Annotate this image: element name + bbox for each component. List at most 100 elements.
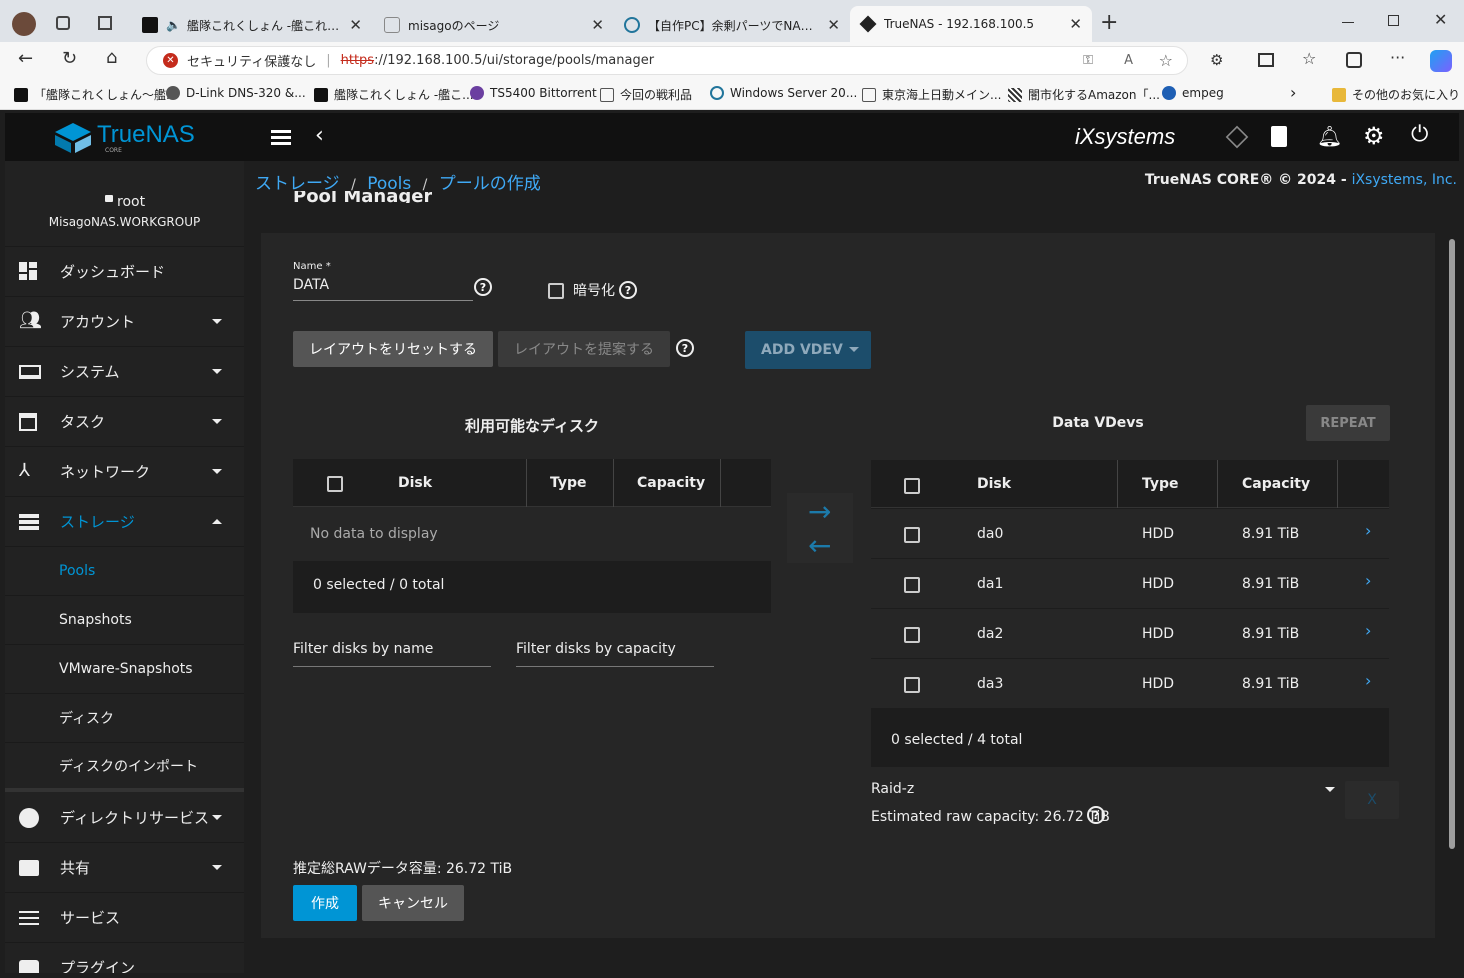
favorite-star-icon[interactable]: ☆: [1159, 51, 1173, 70]
select-all-checkbox[interactable]: [904, 478, 920, 494]
url-bar[interactable]: ✕ セキュリティ保護なし | https ://192.168.100.5/ui…: [146, 46, 1188, 75]
bookmark-item[interactable]: D-Link DNS-320 &...: [166, 86, 306, 100]
gear-icon[interactable]: ⚙: [1363, 122, 1385, 150]
table-row[interactable]: da3 HDD 8.91 TiB ›: [871, 659, 1389, 709]
column-capacity[interactable]: Capacity: [637, 459, 705, 507]
truenas-logo[interactable]: TrueNAS CORE: [55, 121, 205, 155]
column-type[interactable]: Type: [550, 459, 587, 507]
column-disk[interactable]: Disk: [398, 459, 432, 507]
reset-layout-button[interactable]: レイアウトをリセットする: [293, 331, 493, 367]
key-icon[interactable]: ⚿: [1083, 53, 1093, 68]
sidebar-item-plugins[interactable]: プラグイン: [5, 943, 244, 973]
row-checkbox[interactable]: [904, 577, 920, 593]
table-row[interactable]: da2 HDD 8.91 TiB ›: [871, 609, 1389, 659]
dropdown-caret-icon[interactable]: [849, 347, 859, 352]
sidebar-item-sharing[interactable]: 共有: [5, 843, 244, 893]
scrollbar-thumb[interactable]: [1449, 239, 1455, 849]
menu-icon[interactable]: [271, 130, 291, 145]
chevron-left-icon[interactable]: ‹: [315, 123, 324, 148]
help-icon[interactable]: ?: [474, 278, 492, 296]
refresh-icon[interactable]: ↻: [62, 48, 77, 69]
bookmark-item[interactable]: TS5400 Bittorrent: [470, 86, 597, 100]
bookmark-item[interactable]: 闇市化するAmazon「...: [1008, 86, 1160, 103]
encryption-label[interactable]: 暗号化: [573, 280, 615, 300]
bookmark-item[interactable]: 今回の戦利品: [600, 86, 692, 103]
chevron-right-icon[interactable]: ›: [1365, 671, 1371, 690]
column-capacity[interactable]: Capacity: [1242, 460, 1310, 508]
sidebar-item-dashboard[interactable]: ダッシュボード: [5, 247, 244, 297]
audio-icon[interactable]: 🔈: [166, 18, 181, 32]
cancel-button[interactable]: キャンセル: [362, 885, 464, 921]
remove-vdev-button[interactable]: X: [1345, 781, 1399, 819]
close-window-icon[interactable]: ✕: [1434, 10, 1447, 29]
maximize-icon[interactable]: [1388, 15, 1399, 26]
sidebar-item-accounts[interactable]: 👥︎ アカウント: [5, 297, 244, 347]
raid-type-select[interactable]: Raid-z: [871, 781, 1339, 805]
sidebar-item-network[interactable]: ⅄ ネットワーク: [5, 447, 244, 497]
profile-avatar[interactable]: [12, 12, 36, 36]
security-label[interactable]: セキュリティ保護なし: [187, 51, 316, 70]
close-icon[interactable]: ✕: [349, 16, 362, 34]
help-icon[interactable]: ?: [619, 281, 637, 299]
not-secure-icon[interactable]: ✕: [163, 53, 178, 68]
other-favorites[interactable]: その他のお気に入り: [1332, 86, 1460, 103]
suggest-layout-button[interactable]: レイアウトを提案する: [498, 331, 670, 367]
select-all-checkbox[interactable]: [327, 476, 343, 492]
help-icon[interactable]: ?: [1087, 806, 1105, 824]
pool-name-input[interactable]: DATA: [293, 277, 473, 301]
power-icon[interactable]: ⏻: [1411, 122, 1428, 147]
sidebar-item-system[interactable]: システム: [5, 347, 244, 397]
bell-icon[interactable]: 🔔︎: [1317, 124, 1342, 148]
favorites-icon[interactable]: ☆: [1302, 49, 1316, 68]
column-disk[interactable]: Disk: [977, 460, 1011, 508]
copilot-icon[interactable]: [1430, 50, 1452, 72]
row-checkbox[interactable]: [904, 527, 920, 543]
help-icon[interactable]: ?: [676, 339, 694, 357]
tab-misago[interactable]: misagoのページ ✕: [374, 8, 614, 42]
extensions-icon[interactable]: ⚙: [1210, 51, 1223, 69]
sidebar-subitem-vmware-snapshots[interactable]: VMware-Snapshots: [5, 645, 244, 694]
more-icon[interactable]: ···: [1390, 48, 1405, 67]
clipboard-icon[interactable]: [1271, 126, 1287, 147]
sidebar-item-tasks[interactable]: タスク: [5, 397, 244, 447]
scrollbar-track[interactable]: [1447, 201, 1457, 971]
arrow-left-icon[interactable]: ←: [808, 529, 831, 562]
new-tab-icon[interactable]: +: [1100, 10, 1118, 35]
table-row[interactable]: da0 HDD 8.91 TiB ›: [871, 509, 1389, 559]
table-row[interactable]: da1 HDD 8.91 TiB ›: [871, 559, 1389, 609]
collections-icon[interactable]: [1346, 52, 1362, 68]
close-icon[interactable]: ✕: [1069, 15, 1082, 33]
truecommand-icon[interactable]: [1225, 125, 1249, 149]
bookmark-item[interactable]: 艦隊これくしょん -艦こ...: [314, 86, 474, 103]
repeat-button[interactable]: REPEAT: [1306, 405, 1390, 441]
sidebar-subitem-disks[interactable]: ディスク: [5, 694, 244, 743]
arrow-right-icon[interactable]: →: [808, 495, 831, 528]
bookmark-item[interactable]: Windows Server 20...: [710, 86, 857, 100]
read-aloud-icon[interactable]: A: [1124, 53, 1133, 68]
bookmark-item[interactable]: empeg: [1162, 86, 1224, 100]
sidebar-item-services[interactable]: サービス: [5, 893, 244, 943]
back-icon[interactable]: ←: [18, 48, 33, 69]
add-vdev-button[interactable]: ADD VDEV: [745, 331, 871, 369]
tab-truenas[interactable]: TrueNAS - 192.168.100.5 ✕: [850, 6, 1092, 42]
chevron-right-icon[interactable]: ›: [1365, 521, 1371, 540]
close-icon[interactable]: ✕: [591, 16, 604, 34]
row-checkbox[interactable]: [904, 677, 920, 693]
sidebar-subitem-snapshots[interactable]: Snapshots: [5, 596, 244, 645]
ixsystems-logo[interactable]: iXsystems: [1075, 124, 1175, 150]
sidebar-item-directory-services[interactable]: ディレクトリサービス: [5, 793, 244, 843]
bookmark-item[interactable]: 「艦隊これくしょん～艦...: [14, 86, 177, 103]
row-checkbox[interactable]: [904, 627, 920, 643]
tab-wordpress[interactable]: 【自作PC】余剰パーツでNASを組み立 ✕: [614, 8, 850, 42]
column-type[interactable]: Type: [1142, 460, 1179, 508]
workspaces-icon[interactable]: [56, 16, 70, 30]
home-icon[interactable]: ⌂: [106, 47, 117, 68]
create-button[interactable]: 作成: [293, 885, 357, 921]
bookmark-item[interactable]: 東京海上日動メイン...: [862, 86, 1001, 103]
tab-kancolle[interactable]: 🔈 艦隊これくしょん -艦これ- - オン ✕: [132, 8, 372, 42]
filter-name-input[interactable]: Filter disks by name: [293, 641, 491, 667]
chevron-right-icon[interactable]: ›: [1290, 83, 1296, 102]
filter-capacity-input[interactable]: Filter disks by capacity: [516, 641, 714, 667]
encryption-checkbox[interactable]: [548, 283, 564, 299]
minimize-icon[interactable]: [1342, 22, 1354, 23]
